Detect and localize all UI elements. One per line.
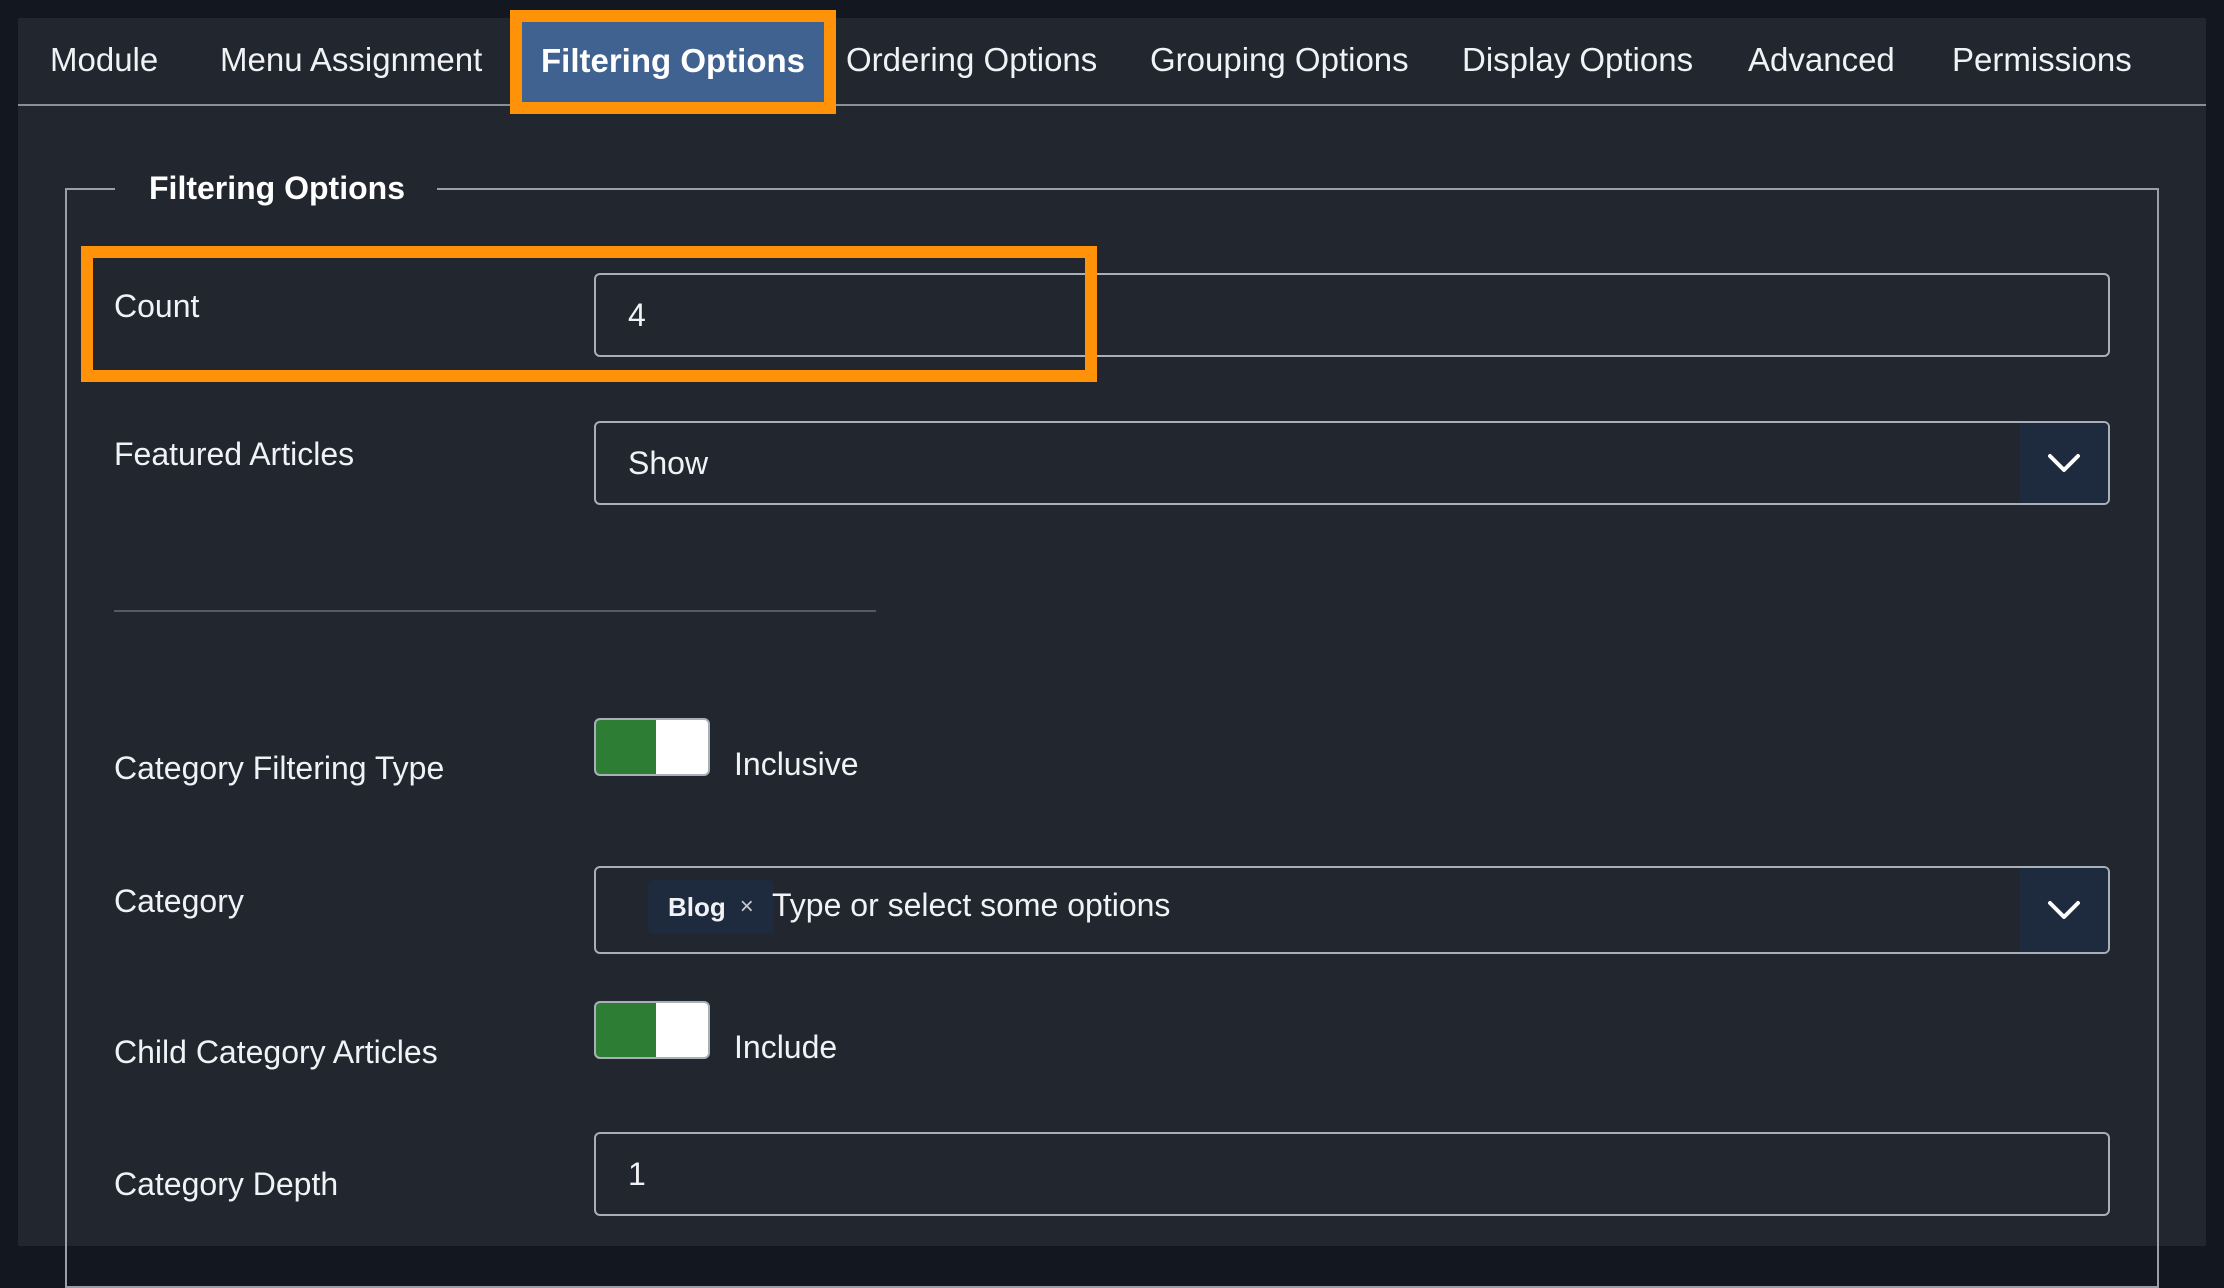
tab-advanced[interactable]: Advanced	[1748, 40, 1895, 80]
category-label: Category	[114, 883, 244, 919]
child-category-articles-label: Child Category Articles	[114, 1034, 438, 1070]
chip-label: Blog	[668, 891, 726, 922]
featured-articles-select[interactable]: Show	[594, 421, 2110, 505]
tab-bar: Module Menu Assignment Filtering Options…	[18, 10, 2206, 114]
tab-permissions[interactable]: Permissions	[1952, 40, 2132, 80]
category-filtering-type-state: Inclusive	[734, 746, 859, 782]
close-icon[interactable]: ×	[740, 893, 754, 921]
featured-articles-dropdown-toggle[interactable]	[2020, 423, 2108, 503]
category-depth-input[interactable]	[594, 1132, 2110, 1216]
section-divider	[114, 610, 876, 612]
category-chip-blog: Blog ×	[648, 880, 774, 934]
tab-filtering-options-label: Filtering Options	[541, 42, 805, 79]
category-search-placeholder[interactable]: Type or select some options	[772, 885, 1170, 925]
category-dropdown-toggle[interactable]	[2020, 868, 2108, 952]
count-label: Count	[114, 288, 200, 324]
child-category-articles-toggle[interactable]	[594, 1001, 710, 1059]
toggle-on-segment	[596, 720, 656, 774]
tab-menu-assignment[interactable]: Menu Assignment	[220, 40, 482, 80]
category-filtering-type-toggle[interactable]	[594, 718, 710, 776]
child-category-articles-state: Include	[734, 1029, 838, 1065]
tab-display-options[interactable]: Display Options	[1462, 40, 1693, 80]
toggle-on-segment	[596, 1003, 656, 1057]
category-filtering-type-label: Category Filtering Type	[114, 750, 445, 786]
chevron-down-icon	[2048, 901, 2080, 919]
tab-grouping-options[interactable]: Grouping Options	[1150, 40, 1409, 80]
tab-ordering-options[interactable]: Ordering Options	[846, 40, 1097, 80]
count-input[interactable]	[594, 273, 2110, 357]
featured-articles-value: Show	[628, 444, 709, 481]
fieldset-legend: Filtering Options	[115, 168, 437, 208]
module-editor-panel: Module Menu Assignment Filtering Options…	[18, 10, 2206, 1288]
featured-articles-label: Featured Articles	[114, 436, 355, 472]
chevron-down-icon	[2048, 454, 2080, 472]
tab-filtering-options[interactable]: Filtering Options	[510, 10, 836, 114]
tab-module[interactable]: Module	[50, 40, 158, 80]
category-depth-label: Category Depth	[114, 1166, 339, 1202]
